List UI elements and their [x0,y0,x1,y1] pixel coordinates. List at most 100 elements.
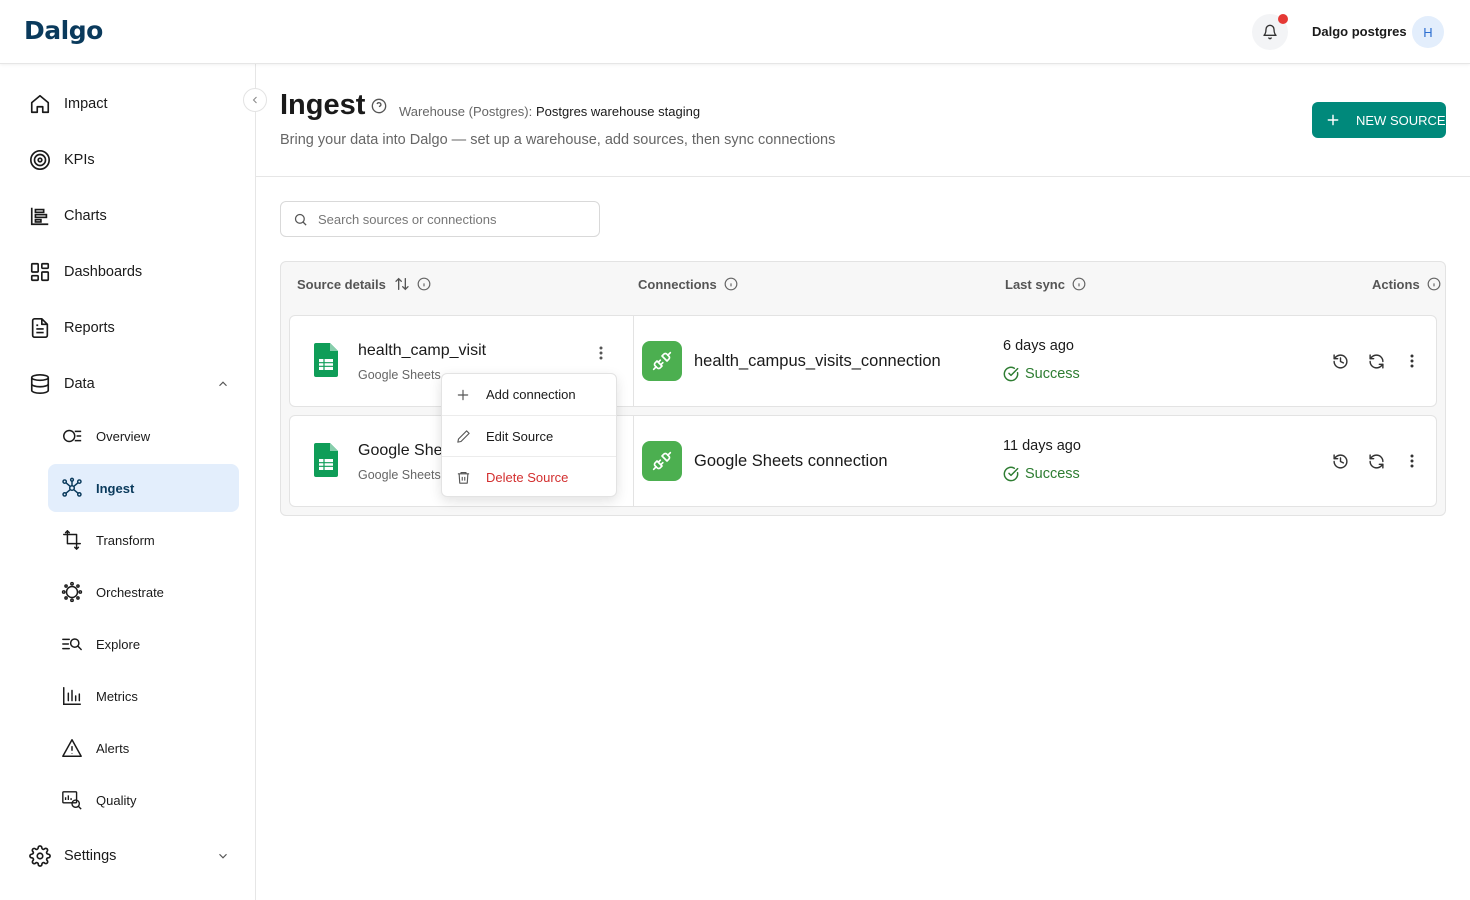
sort-icon[interactable] [394,276,410,292]
dashboard-icon [28,260,52,284]
sidebar-item-data[interactable]: Data [28,364,95,404]
sidebar-item-charts[interactable]: Charts [28,196,107,236]
sync-status: Success [1003,466,1080,482]
sidebar-item-label: Charts [64,208,107,224]
source-name: health_camp_visit [358,342,487,359]
menu-item-delete-source[interactable]: Delete Source [442,456,616,497]
sidebar-item-label: Orchestrate [96,584,164,600]
menu-item-add-connection[interactable]: Add connection [442,374,616,415]
metrics-icon [60,684,84,708]
sidebar-item-label: Alerts [96,740,130,756]
new-source-label: NEW SOURCE [1356,112,1446,128]
sidebar-item-label: Transform [96,532,155,548]
sidebar-item-transform[interactable]: Transform [48,516,239,564]
sidebar-item-label: KPIs [64,152,95,168]
column-header-connections: Connections [638,276,738,292]
overview-icon [60,424,84,448]
top-bar: Dalgo Dalgo postgres H [0,0,1470,64]
sidebar-item-reports[interactable]: Reports [28,308,115,348]
chevron-left-icon [249,94,261,106]
column-header-label: Source details [297,276,386,292]
connection-plug-icon [642,441,682,481]
logo[interactable]: Dalgo [24,16,103,45]
alert-icon [60,736,84,760]
chevron-up-icon[interactable] [216,377,230,391]
sidebar-item-kpis[interactable]: KPIs [28,140,95,180]
sidebar-item-settings[interactable]: Settings [28,836,116,876]
sync-status-label: Success [1025,466,1080,482]
row-divider [633,416,634,506]
sidebar-item-explore[interactable]: Explore [48,620,239,668]
column-header-label: Last sync [1005,276,1065,292]
sidebar-item-label: Settings [64,848,117,864]
last-sync-time: 11 days ago [1003,438,1081,454]
chevron-down-icon[interactable] [216,849,230,863]
info-icon[interactable] [1072,277,1086,291]
sync-status: Success [1003,366,1080,382]
sidebar-item-orchestrate[interactable]: Orchestrate [48,568,239,616]
connection-plug-icon [642,341,682,381]
menu-item-label: Delete Source [486,469,569,485]
sidebar-item-label: Impact [64,96,108,112]
sidebar-item-label: Reports [64,320,115,336]
sidebar-item-overview[interactable]: Overview [48,412,239,460]
bell-icon [1262,24,1278,40]
sidebar-item-quality[interactable]: Quality [48,776,239,824]
more-vert-icon[interactable] [1402,451,1422,471]
sync-icon[interactable] [1366,451,1386,471]
source-name: Google She [358,442,443,459]
warehouse-label: Warehouse (Postgres): [399,104,533,119]
search-box [280,201,600,237]
settings-icon [28,844,52,868]
transform-icon [60,528,84,552]
username: Dalgo postgres [1312,24,1407,39]
more-vert-icon[interactable] [1402,351,1422,371]
sidebar-item-impact[interactable]: Impact [28,84,108,124]
target-icon [28,148,52,172]
sidebar-item-label: Data [64,376,95,392]
sidebar-item-metrics[interactable]: Metrics [48,672,239,720]
history-icon[interactable] [1330,351,1350,371]
sidebar-item-ingest[interactable]: Ingest [48,464,239,512]
info-icon[interactable] [417,277,431,291]
report-icon [28,316,52,340]
help-icon[interactable] [371,98,387,114]
pencil-icon [454,429,472,444]
menu-item-edit-source[interactable]: Edit Source [442,415,616,456]
sync-icon[interactable] [1366,351,1386,371]
more-vert-icon[interactable] [591,343,611,363]
source-type: Google Sheets [358,468,441,482]
search-icon [293,212,308,227]
info-icon[interactable] [1427,277,1441,291]
menu-item-label: Edit Source [486,428,554,444]
sidebar-item-label: Explore [96,636,141,652]
google-sheets-icon [314,443,338,477]
source-context-menu: Add connection Edit Source Delete Source [441,373,617,497]
sidebar-item-alerts[interactable]: Alerts [48,724,239,772]
check-circle-icon [1003,366,1025,382]
avatar[interactable]: H [1412,16,1444,48]
home-icon [28,92,52,116]
source-type: Google Sheets [358,368,441,382]
connection-name[interactable]: health_campus_visits_connection [694,352,941,371]
trash-icon [454,470,472,485]
ingest-icon [60,476,84,500]
sidebar-item-label: Ingest [96,480,135,496]
sidebar-item-label: Dashboards [64,264,143,280]
info-icon[interactable] [724,277,738,291]
explore-icon [60,632,84,656]
plus-icon [454,388,472,402]
orchestrate-icon [60,580,84,604]
sidebar-collapse-button[interactable] [243,88,267,112]
history-icon[interactable] [1330,451,1350,471]
column-header-last-sync: Last sync [1005,276,1086,292]
quality-icon [60,788,84,812]
column-header-label: Actions [1372,276,1420,292]
column-header-source[interactable]: Source details [297,276,431,292]
search-input[interactable] [318,211,588,227]
connection-name[interactable]: Google Sheets connection [694,452,888,471]
new-source-button[interactable]: NEW SOURCE [1312,102,1446,138]
sidebar-item-label: Quality [96,792,137,808]
check-circle-icon [1003,466,1025,482]
sidebar-item-dashboards[interactable]: Dashboards [28,252,142,292]
